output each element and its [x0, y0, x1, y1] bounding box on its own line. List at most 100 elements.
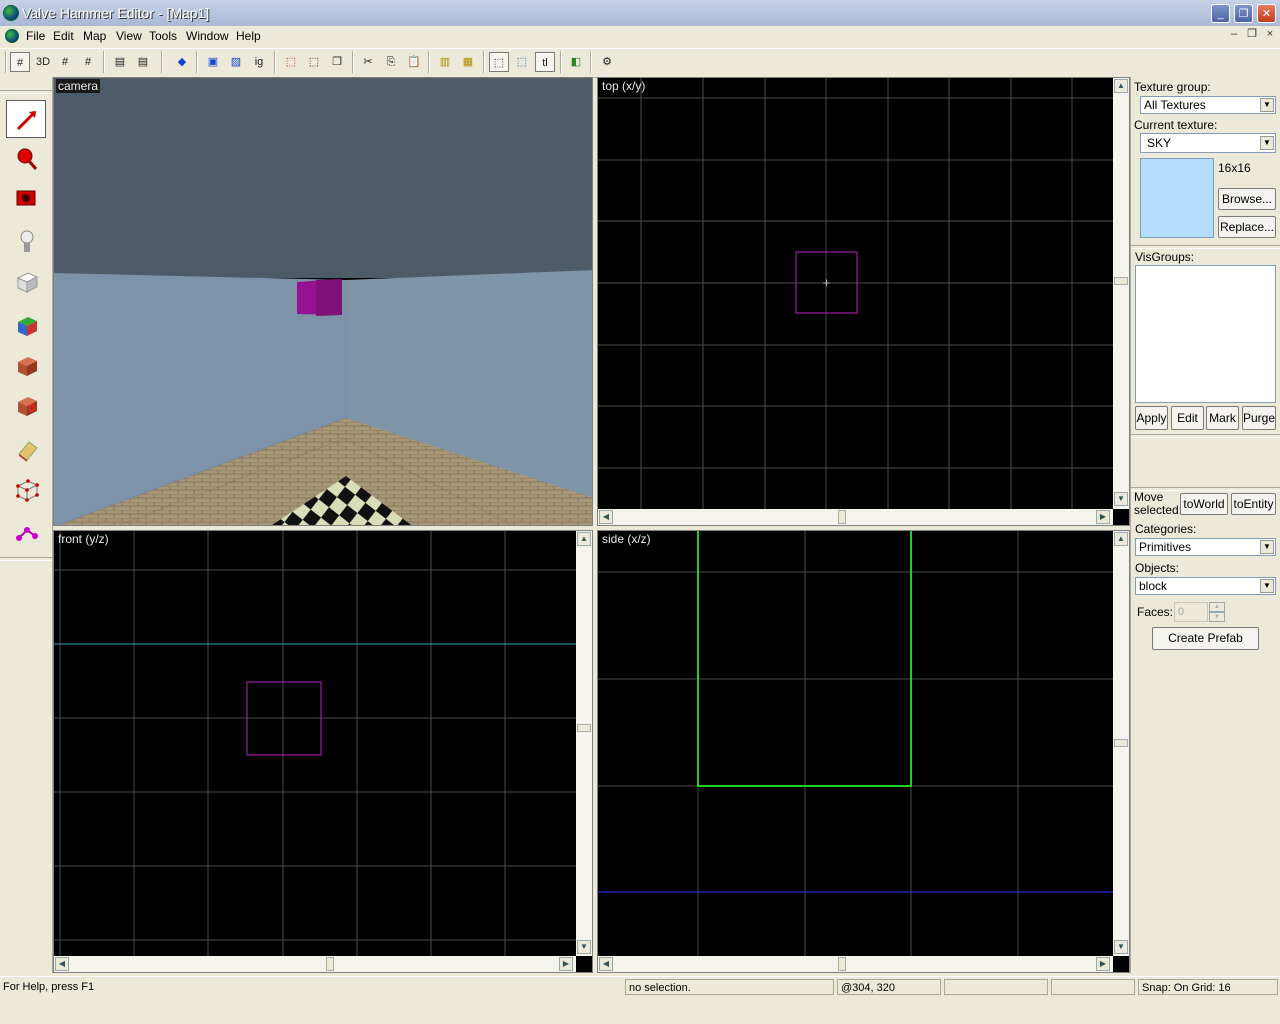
hammer-app-icon[interactable] — [3, 5, 19, 21]
texture-lock-icon[interactable]: tl — [535, 52, 555, 72]
hide-unselected-icon[interactable]: ⬚ — [304, 52, 324, 72]
paste-icon[interactable]: 📋 — [404, 52, 424, 72]
scroll-thumb[interactable] — [1114, 739, 1128, 747]
top-vertical-scrollbar[interactable]: ▲ ▼ — [1113, 78, 1129, 509]
visgroup-edit-button[interactable]: Edit — [1171, 406, 1204, 430]
menu-edit[interactable]: Edit — [53, 28, 74, 44]
visgroup-mark-button[interactable]: Mark — [1206, 406, 1239, 430]
chevron-down-icon[interactable]: ▼ — [1260, 98, 1274, 112]
faces-stepper[interactable]: ▲ ▼ — [1209, 602, 1225, 622]
create-prefab-button[interactable]: Create Prefab — [1152, 627, 1259, 650]
scroll-left-arrow-icon[interactable]: ◀ — [55, 957, 69, 971]
side-viewport[interactable]: side (x/z) ▲ ▼ ◀ ▶ — [597, 530, 1130, 973]
top-viewport[interactable]: top (x/y) ▲ ▼ ◀ ▶ — [597, 77, 1130, 526]
magnify-tool-icon[interactable] — [6, 139, 46, 177]
restore-button[interactable]: ❐ — [1234, 4, 1253, 23]
scroll-down-arrow-icon[interactable]: ▼ — [1114, 492, 1128, 506]
menu-view[interactable]: View — [116, 28, 142, 44]
top-horizontal-scrollbar[interactable]: ◀ ▶ — [598, 509, 1113, 525]
faces-field[interactable]: 0 — [1174, 602, 1208, 622]
texture-application-icon[interactable] — [6, 306, 46, 344]
menu-file[interactable]: File — [26, 28, 45, 44]
scroll-up-arrow-icon[interactable]: ▲ — [577, 532, 591, 546]
scroll-thumb[interactable] — [838, 510, 846, 524]
scroll-right-arrow-icon[interactable]: ▶ — [1096, 957, 1110, 971]
smaller-grid-icon[interactable]: # — [55, 52, 75, 72]
copy-icon[interactable]: ⎘ — [381, 52, 401, 72]
scroll-thumb[interactable] — [326, 957, 334, 971]
apply-current-texture-icon[interactable] — [6, 346, 46, 384]
select-by-handles-icon[interactable]: ⬚ — [489, 52, 509, 72]
mdi-close-button[interactable]: × — [1263, 28, 1277, 42]
carve-icon[interactable]: ◆ — [172, 52, 192, 72]
title-bar[interactable]: Valve Hammer Editor - [Map1] _ ❐ ✕ — [0, 0, 1280, 26]
larger-grid-icon[interactable]: # — [78, 52, 98, 72]
texture-group-select[interactable]: All Textures ▼ — [1140, 96, 1276, 114]
decal-tool-icon[interactable] — [6, 386, 46, 424]
scroll-right-arrow-icon[interactable]: ▶ — [1096, 510, 1110, 524]
scroll-right-arrow-icon[interactable]: ▶ — [559, 957, 573, 971]
camera-viewport[interactable]: camera — [53, 77, 593, 526]
path-tool-icon[interactable] — [6, 514, 46, 552]
scroll-thumb[interactable] — [577, 724, 591, 732]
scroll-down-arrow-icon[interactable]: ▼ — [1114, 940, 1128, 954]
front-vertical-scrollbar[interactable]: ▲ ▼ — [576, 531, 592, 956]
stepper-down-icon[interactable]: ▼ — [1209, 612, 1225, 622]
toggle-models-icon[interactable]: ▦ — [458, 52, 478, 72]
to-entity-button[interactable]: toEntity — [1231, 493, 1276, 515]
scroll-left-arrow-icon[interactable]: ◀ — [599, 957, 613, 971]
scroll-thumb[interactable] — [1114, 277, 1128, 285]
toggle-grid-icon[interactable]: # — [10, 52, 30, 72]
current-texture-select[interactable]: SKY ▼ — [1140, 133, 1276, 153]
load-window-state-icon[interactable]: ▤ — [110, 52, 130, 72]
texture-preview[interactable] — [1140, 158, 1214, 238]
to-world-button[interactable]: toWorld — [1180, 493, 1228, 515]
document-icon[interactable] — [5, 29, 19, 43]
camera-tool-icon[interactable] — [6, 177, 46, 215]
menu-tools[interactable]: Tools — [149, 28, 177, 44]
ignore-group-icon[interactable]: ig — [249, 52, 269, 72]
scroll-up-arrow-icon[interactable]: ▲ — [1114, 79, 1128, 93]
objects-select[interactable]: block ▼ — [1135, 577, 1276, 595]
stepper-up-icon[interactable]: ▲ — [1209, 602, 1225, 612]
group-icon[interactable]: ▣ — [203, 52, 223, 72]
visgroup-purge-button[interactable]: Purge — [1242, 406, 1276, 430]
close-button[interactable]: ✕ — [1257, 4, 1276, 23]
chevron-down-icon[interactable]: ▼ — [1260, 579, 1274, 593]
ungroup-icon[interactable]: ▨ — [226, 52, 246, 72]
select-by-object-icon[interactable]: ⬚ — [512, 52, 532, 72]
chevron-down-icon[interactable]: ▼ — [1260, 136, 1274, 150]
side-vertical-scrollbar[interactable]: ▲ ▼ — [1113, 531, 1129, 956]
scroll-thumb[interactable] — [838, 957, 846, 971]
mdi-minimize-button[interactable]: – — [1227, 28, 1241, 42]
toggle-helpers-icon[interactable]: ▥ — [435, 52, 455, 72]
toggle-3d-grid-icon[interactable]: 3D — [33, 52, 53, 72]
save-window-state-icon[interactable]: ▤ — [133, 52, 153, 72]
selection-tool-icon[interactable] — [6, 100, 46, 138]
run-map-icon[interactable]: ◧ — [566, 52, 586, 72]
browse-button[interactable]: Browse... — [1218, 188, 1276, 210]
front-horizontal-scrollbar[interactable]: ◀ ▶ — [54, 956, 576, 972]
visgroup-apply-button[interactable]: Apply — [1135, 406, 1168, 430]
replace-button[interactable]: Replace... — [1218, 216, 1276, 238]
unhide-all-icon[interactable]: ❐ — [327, 52, 347, 72]
entity-report-icon[interactable]: ⚙ — [597, 52, 617, 72]
chevron-down-icon[interactable]: ▼ — [1260, 540, 1274, 554]
cut-icon[interactable]: ✂ — [358, 52, 378, 72]
hide-selected-icon[interactable]: ⬚ — [281, 52, 301, 72]
front-viewport[interactable]: front (y/z) ▲ ▼ ◀ ▶ — [53, 530, 593, 973]
menu-map[interactable]: Map — [83, 28, 106, 44]
block-tool-icon[interactable] — [6, 262, 46, 300]
scroll-up-arrow-icon[interactable]: ▲ — [1114, 532, 1128, 546]
side-horizontal-scrollbar[interactable]: ◀ ▶ — [598, 956, 1113, 972]
categories-select[interactable]: Primitives ▼ — [1135, 538, 1276, 556]
minimize-button[interactable]: _ — [1211, 4, 1230, 23]
vertex-manipulation-icon[interactable] — [6, 470, 46, 508]
visgroups-list[interactable] — [1135, 265, 1276, 403]
mdi-restore-button[interactable]: ❐ — [1245, 28, 1259, 42]
entity-tool-icon[interactable] — [6, 222, 46, 260]
scroll-left-arrow-icon[interactable]: ◀ — [599, 510, 613, 524]
scroll-down-arrow-icon[interactable]: ▼ — [577, 940, 591, 954]
menu-help[interactable]: Help — [236, 28, 261, 44]
clipping-tool-icon[interactable] — [6, 430, 46, 468]
